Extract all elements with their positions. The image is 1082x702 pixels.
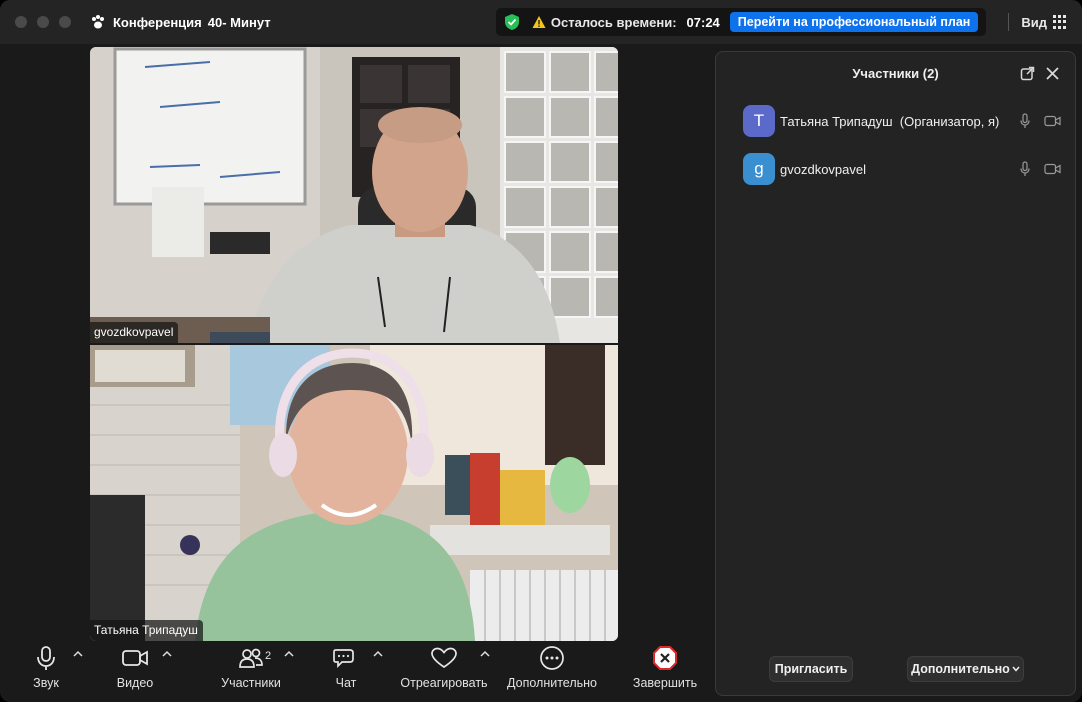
video-camera-icon[interactable] — [1044, 115, 1061, 127]
participants-panel: Участники (2) T Татьяна Трипадуш (Органи… — [715, 51, 1076, 696]
meeting-title: Конференция — [113, 14, 202, 30]
chevron-down-icon — [1012, 666, 1020, 672]
video-tile-gvozdkovpavel[interactable]: gvozdkovpavel — [90, 47, 618, 343]
microphone-icon[interactable] — [1020, 113, 1030, 129]
video-feed-image — [90, 47, 618, 343]
close-window-button[interactable] — [15, 16, 27, 28]
end-meeting-label: Завершить — [632, 676, 698, 690]
more-label: Дополнительно — [507, 676, 597, 690]
participants-count: 2 — [265, 650, 272, 662]
upgrade-plan-button[interactable]: Перейти на профессиональный план — [729, 12, 979, 32]
video-button[interactable]: Видео — [108, 642, 162, 702]
participants-button[interactable]: Участники — [212, 642, 290, 702]
microphone-icon[interactable] — [1020, 161, 1030, 177]
pop-out-icon[interactable] — [1020, 66, 1035, 81]
video-camera-icon — [122, 650, 148, 666]
more-button[interactable]: Дополнительно — [505, 642, 599, 702]
divider — [1008, 13, 1010, 31]
participants-label: Участники — [221, 676, 281, 690]
reactions-options-chevron-icon[interactable] — [480, 650, 490, 658]
shield-check-icon[interactable] — [504, 13, 520, 31]
panel-more-button[interactable]: Дополнительно — [907, 656, 1024, 682]
zoom-window-button[interactable] — [59, 16, 71, 28]
participant-name: Татьяна Трипадуш (Организатор, я) — [780, 113, 1000, 129]
participant-name-tag: gvozdkovpavel — [90, 322, 179, 343]
ellipsis-circle-icon — [540, 646, 564, 670]
meeting-timer-box: Осталось времени: 07:24 Перейти на профе… — [495, 8, 987, 36]
video-feed-image — [90, 345, 618, 641]
end-meeting-button[interactable]: Завершить — [630, 642, 700, 702]
video-label: Видео — [116, 676, 154, 690]
chat-button[interactable]: Чат — [328, 642, 364, 702]
participants-options-chevron-icon[interactable] — [284, 650, 294, 658]
reactions-button[interactable]: Отреагировать — [397, 642, 491, 702]
participant-row[interactable]: g gvozdkovpavel — [743, 153, 1063, 185]
audio-button[interactable]: Звук — [22, 642, 70, 702]
chat-options-chevron-icon[interactable] — [373, 650, 383, 658]
participant-row[interactable]: T Татьяна Трипадуш (Организатор, я) — [743, 105, 1063, 137]
close-hexagon-icon — [653, 646, 677, 670]
view-button[interactable]: Вид — [1021, 15, 1047, 30]
time-left-label: Осталось времени: — [550, 14, 677, 30]
avatar: T — [743, 105, 775, 137]
participant-name-tag: Татьяна Трипадуш — [90, 620, 203, 641]
time-left-value: 07:24 — [686, 14, 720, 30]
title-bar: Конференция 40- Минут Осталось времени: 0… — [0, 0, 1082, 44]
audio-label: Звук — [33, 676, 59, 690]
participant-name: gvozdkovpavel — [780, 161, 866, 177]
avatar: g — [743, 153, 775, 185]
microphone-icon — [37, 646, 55, 670]
warning-triangle-icon — [532, 16, 546, 28]
reactions-label: Отреагировать — [400, 676, 488, 690]
window-controls — [15, 16, 71, 28]
audio-options-chevron-icon[interactable] — [73, 650, 83, 658]
close-icon[interactable] — [1046, 67, 1059, 80]
video-camera-icon[interactable] — [1044, 163, 1061, 175]
chat-label: Чат — [335, 676, 357, 690]
meeting-duration-label: 40- Минут — [207, 14, 271, 30]
people-icon — [239, 648, 263, 668]
paw-icon — [89, 13, 107, 31]
invite-button[interactable]: Пригласить — [769, 656, 853, 682]
zoom-window: Конференция 40- Минут Осталось времени: 0… — [0, 0, 1082, 702]
meeting-toolbar: Звук Видео Участники 2 Чат Отреагировать… — [0, 642, 712, 702]
heart-icon — [431, 647, 457, 669]
chat-bubbles-icon — [333, 649, 354, 669]
video-tile-tatyana[interactable]: Татьяна Трипадуш — [90, 345, 618, 641]
grid-icon[interactable] — [1053, 15, 1067, 29]
window-title: Конференция 40- Минут — [113, 15, 271, 30]
minimize-window-button[interactable] — [37, 16, 49, 28]
video-options-chevron-icon[interactable] — [162, 650, 172, 658]
panel-more-label: Дополнительно — [911, 662, 1010, 676]
